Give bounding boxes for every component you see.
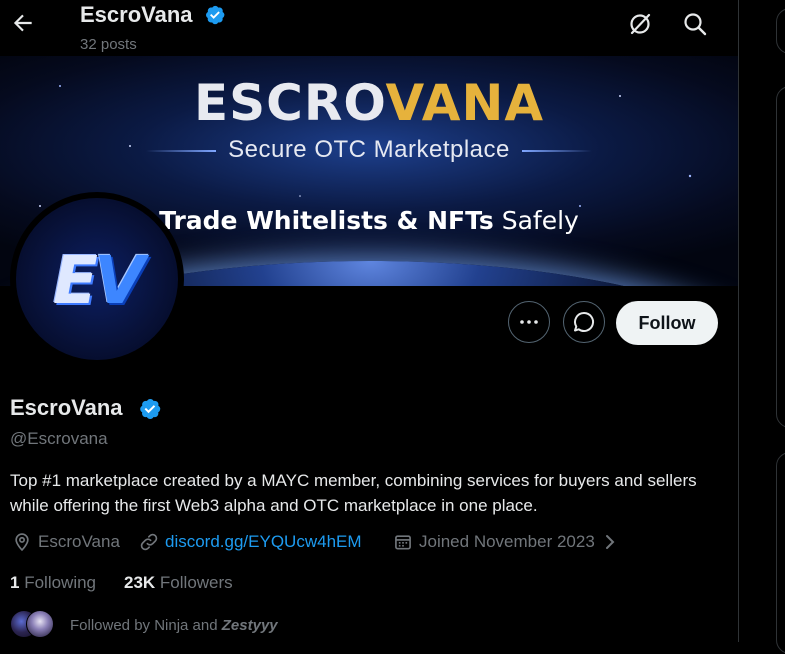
avatar-logo-text: EV [52, 242, 145, 319]
link-icon [140, 533, 158, 551]
sidebar-panel-fragment [776, 452, 785, 654]
header-title: EscroVana [80, 2, 193, 27]
search-icon [684, 13, 707, 36]
back-button[interactable] [10, 10, 36, 36]
arrow-left-icon [13, 14, 32, 32]
column-divider [738, 0, 739, 642]
verified-badge-icon [206, 5, 225, 25]
profile-website[interactable]: discord.gg/EYQUcw4hEM [139, 532, 362, 552]
message-icon [574, 311, 595, 332]
post-count: 32 posts [80, 36, 137, 53]
follow-button[interactable]: Follow [616, 301, 718, 345]
profile-column: EscroVana 32 posts ESCROVANA Secure OTC … [0, 0, 738, 642]
follower-avatar [26, 610, 54, 638]
sidebar-panel-fragment [776, 86, 785, 428]
grok-button[interactable] [626, 10, 654, 38]
profile-location: EscroVana [12, 532, 120, 552]
avatar-logo: EV [16, 198, 178, 360]
message-button[interactable] [563, 301, 605, 343]
profile-handle: @Escrovana [10, 429, 108, 448]
profile-bio: Top #1 marketplace created by a MAYC mem… [10, 471, 697, 515]
chevron-right-icon[interactable] [601, 532, 619, 552]
search-button[interactable] [681, 10, 709, 38]
profile-name: EscroVana [10, 395, 123, 420]
website-link[interactable]: discord.gg/EYQUcw4hEM [165, 532, 362, 552]
banner-title-part2: VANA [385, 74, 545, 132]
calendar-icon [395, 535, 411, 550]
joined-text: Joined November 2023 [419, 532, 595, 551]
banner-subtitle-text: Secure OTC Marketplace [228, 136, 510, 163]
followed-by-name: Zestyyy [221, 617, 278, 634]
followers-label: Followers [159, 573, 233, 592]
followed-by-avatars[interactable] [10, 610, 54, 638]
profile-joined: Joined November 2023 [393, 532, 625, 552]
followed-by-prefix: Followed by Ninja and [70, 617, 218, 634]
followed-by-text[interactable]: Followed by Ninja and Zestyyy [70, 617, 278, 634]
banner-title-part1: ESCRO [193, 74, 386, 132]
location-pin-icon [15, 533, 29, 552]
banner-subtitle: Secure OTC Marketplace [0, 136, 738, 164]
banner-tagline-rest: Safely [501, 206, 579, 235]
banner-title: ESCROVANA [0, 74, 738, 132]
followers-stat[interactable]: 23K Followers [124, 573, 233, 593]
followers-count: 23K [124, 573, 156, 592]
avatar[interactable]: EV [10, 192, 184, 366]
banner-tagline-bold: Trade Whitelists & NFTs [159, 206, 494, 235]
following-stat[interactable]: 1 Following [10, 573, 96, 593]
location-text: EscroVana [38, 532, 120, 551]
sidebar-search-fragment[interactable] [776, 8, 785, 54]
verified-badge-icon[interactable] [138, 397, 162, 421]
more-button[interactable] [508, 301, 550, 343]
following-count: 1 [10, 573, 20, 592]
more-dots-icon [520, 320, 538, 324]
following-label: Following [24, 573, 97, 592]
grok-icon [630, 13, 651, 35]
